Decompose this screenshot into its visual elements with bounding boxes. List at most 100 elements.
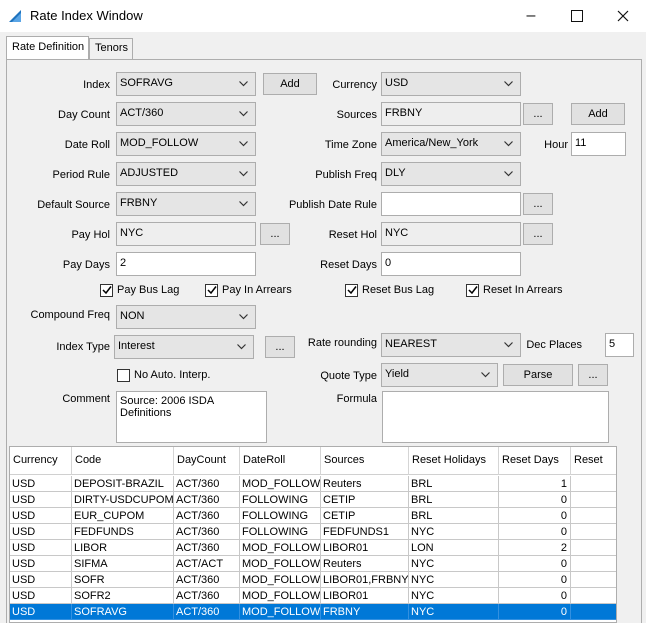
table-row[interactable]: USD FEDFUNDS ACT/360 FOLLOWING FEDFUNDS1 NYC 0 xyxy=(10,524,616,540)
reset-hol-browse-button[interactable]: ... xyxy=(523,223,553,245)
period-rule-value: ADJUSTED xyxy=(120,167,179,179)
table-row[interactable]: USD DIRTY-USDCUPOM ACT/360 FOLLOWING CETIP BR… xyxy=(10,492,616,508)
table-row[interactable]: USD DEPOSIT-BRAZIL ACT/360 MOD_FOLLOW Reuter… xyxy=(10,476,616,492)
cell-daycount: ACT/ACT xyxy=(174,556,240,572)
quote-type-browse-button[interactable]: ... xyxy=(578,364,608,386)
cell-daycount: ACT/360 xyxy=(174,588,240,604)
column-header-reset[interactable]: Reset xyxy=(571,447,616,475)
sources-browse-button[interactable]: ... xyxy=(523,103,553,125)
pay-days-label: Pay Days xyxy=(62,259,110,271)
table-row[interactable]: USD SOFR2 ACT/360 MOD_FOLLOW LIBOR01 NYC 0 xyxy=(10,588,616,604)
column-header-daycount[interactable]: DayCount xyxy=(174,447,240,475)
cell-sources: Reuters xyxy=(321,556,409,572)
cell-currency: USD xyxy=(10,492,72,508)
cell-code: SOFR2 xyxy=(72,588,174,604)
publish-date-rule-browse-button[interactable]: ... xyxy=(523,193,553,215)
column-header-dateroll[interactable]: DateRoll xyxy=(240,447,321,475)
cell-code: SOFRAVG xyxy=(72,604,174,620)
period-rule-combo[interactable]: ADJUSTED xyxy=(116,162,256,186)
date-roll-label: Date Roll xyxy=(64,139,110,151)
tab-rate-definition[interactable]: Rate Definition xyxy=(6,36,89,59)
index-type-label: Index Type xyxy=(56,341,110,353)
time-zone-combo[interactable]: America/New_York xyxy=(381,132,521,156)
maximize-button[interactable] xyxy=(554,0,600,32)
date-roll-combo[interactable]: MOD_FOLLOW xyxy=(116,132,256,156)
currency-combo[interactable]: USD xyxy=(381,72,521,96)
table-row[interactable]: USD SOFRAVG ACT/360 MOD_FOLLOW FRBNY NYC 0 xyxy=(10,604,616,620)
chevron-down-icon xyxy=(504,141,513,147)
dec-places-label: Dec Places xyxy=(526,339,582,351)
pay-in-arrears-checkbox[interactable]: Pay In Arrears xyxy=(205,283,292,297)
table-row[interactable]: USD SIFMA ACT/ACT MOD_FOLLOW Reuters NYC 0 xyxy=(10,556,616,572)
comment-textarea[interactable]: Source: 2006 ISDA Definitions xyxy=(116,391,267,443)
cell-daycount: ACT/360 xyxy=(174,476,240,492)
index-combo[interactable]: SOFRAVG xyxy=(116,72,256,96)
minimize-button[interactable]: – xyxy=(508,0,554,32)
publish-freq-value: DLY xyxy=(385,167,406,179)
cell-reset xyxy=(571,508,616,524)
chevron-down-icon xyxy=(239,201,248,207)
hour-input[interactable]: 11 xyxy=(571,132,626,156)
reset-hol-field[interactable]: NYC xyxy=(381,222,521,246)
index-type-combo[interactable]: Interest xyxy=(114,335,254,359)
default-source-value: FRBNY xyxy=(120,197,158,209)
column-header-reset-holidays[interactable]: Reset Holidays xyxy=(409,447,499,475)
cell-reset xyxy=(571,604,616,620)
cell-sources: FEDFUNDS1 xyxy=(321,524,409,540)
checkmark-icon xyxy=(345,283,358,297)
date-roll-value: MOD_FOLLOW xyxy=(120,137,199,149)
rate-rounding-combo[interactable]: NEAREST xyxy=(381,333,521,357)
chevron-down-icon xyxy=(504,171,513,177)
tab-tenors[interactable]: Tenors xyxy=(89,38,133,59)
quote-type-value: Yield xyxy=(385,368,410,380)
no-auto-interp-checkbox[interactable]: No Auto. Interp. xyxy=(117,368,210,382)
pay-hol-field[interactable]: NYC xyxy=(116,222,256,246)
chevron-down-icon xyxy=(239,111,248,117)
default-source-combo[interactable]: FRBNY xyxy=(116,192,256,216)
compound-freq-value: NON xyxy=(120,310,145,322)
column-header-code[interactable]: Code xyxy=(72,447,174,475)
sources-field[interactable]: FRBNY xyxy=(381,102,521,126)
table-row[interactable]: USD SOFR ACT/360 MOD_FOLLOW LIBOR01,FRBNY NYC… xyxy=(10,572,616,588)
pay-bus-lag-checkbox[interactable]: Pay Bus Lag xyxy=(100,283,179,297)
close-button[interactable] xyxy=(600,0,646,32)
index-type-browse-button[interactable]: ... xyxy=(265,336,295,358)
period-rule-label: Period Rule xyxy=(52,169,110,181)
day-count-combo[interactable]: ACT/360 xyxy=(116,102,256,126)
cell-sources: CETIP xyxy=(321,508,409,524)
cell-code: EUR_CUPOM xyxy=(72,508,174,524)
table-row[interactable]: USD LIBOR ACT/360 MOD_FOLLOW LIBOR01 LON 2 xyxy=(10,540,616,556)
column-header-currency[interactable]: Currency xyxy=(10,447,72,475)
cell-dateroll: MOD_FOLLOW xyxy=(240,572,321,588)
chevron-down-icon xyxy=(481,372,490,378)
index-add-button[interactable]: Add xyxy=(263,73,317,95)
comment-label: Comment xyxy=(62,393,110,405)
cell-dateroll: MOD_FOLLOW xyxy=(240,588,321,604)
quote-type-combo[interactable]: Yield xyxy=(381,363,498,387)
column-header-reset-days[interactable]: Reset Days xyxy=(499,447,571,475)
parse-button[interactable]: Parse xyxy=(503,364,573,386)
cell-reset xyxy=(571,524,616,540)
checkmark-icon xyxy=(466,283,479,297)
sources-add-button[interactable]: Add xyxy=(571,103,625,125)
cell-currency: USD xyxy=(10,588,72,604)
compound-freq-combo[interactable]: NON xyxy=(116,305,256,329)
reset-in-arrears-label: Reset In Arrears xyxy=(483,284,563,296)
publish-freq-combo[interactable]: DLY xyxy=(381,162,521,186)
reset-in-arrears-checkbox[interactable]: Reset In Arrears xyxy=(466,283,562,297)
publish-date-rule-field[interactable] xyxy=(381,192,521,216)
dec-places-input[interactable]: 5 xyxy=(605,333,634,357)
window-title: Rate Index Window xyxy=(30,8,143,23)
column-header-sources[interactable]: Sources xyxy=(321,447,409,475)
reset-bus-lag-checkbox[interactable]: Reset Bus Lag xyxy=(345,283,434,297)
pay-days-input[interactable]: 2 xyxy=(116,252,256,276)
reset-days-input[interactable]: 0 xyxy=(381,252,521,276)
rate-index-table: Currency Code DayCount DateRoll Sources … xyxy=(9,446,617,623)
cell-daycount: ACT/360 xyxy=(174,524,240,540)
cell-currency: USD xyxy=(10,540,72,556)
pay-hol-browse-button[interactable]: ... xyxy=(260,223,290,245)
table-row[interactable]: USD EUR_CUPOM ACT/360 FOLLOWING CETIP BRL 0 xyxy=(10,508,616,524)
formula-textarea[interactable] xyxy=(382,391,609,443)
chevron-down-icon xyxy=(239,81,248,87)
sources-label: Sources xyxy=(336,109,377,121)
